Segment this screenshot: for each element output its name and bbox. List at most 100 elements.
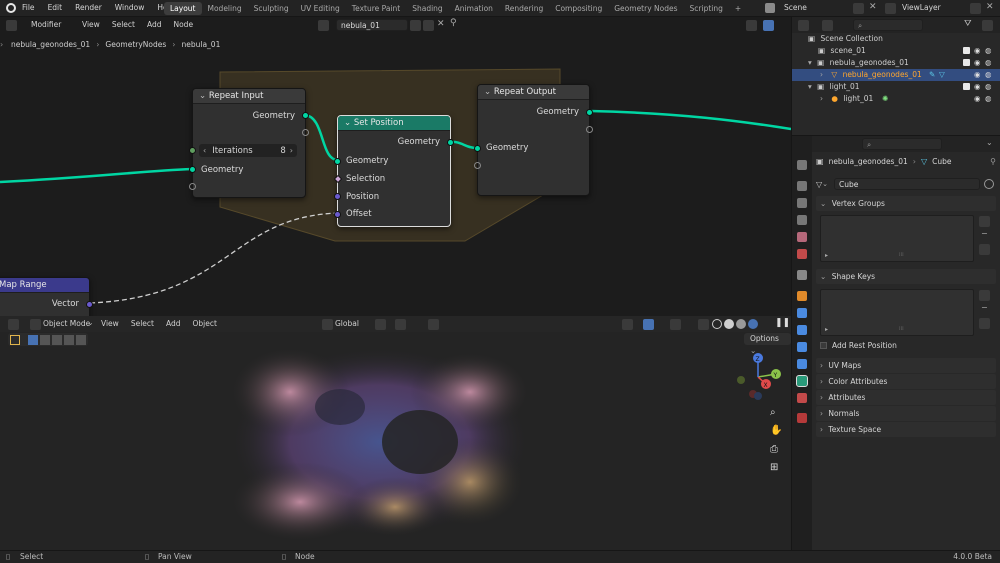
list-expand-icon[interactable]: ▸ [825,326,828,333]
node-title-bar[interactable]: ⌄ Set Position [338,116,450,131]
panel-normals[interactable]: › Normals [816,406,996,421]
tab-shading[interactable]: Shading [406,2,448,15]
tab-scripting[interactable]: Scripting [684,2,729,15]
snap-icon[interactable] [395,319,406,330]
tab-geometry-nodes[interactable]: Geometry Nodes [608,2,683,15]
scene-tab-icon[interactable] [797,232,807,242]
node-repeat-output[interactable]: ⌄ Repeat Output Geometry Geometry [474,84,593,196]
constraints-tab-icon[interactable] [797,359,807,369]
node-repeat-input[interactable]: ⌄ Repeat Input Geometry ‹ Iterations 8 ›… [189,88,309,198]
outliner-row[interactable]: › ● light_01 ✺ ◉ ◍ [792,93,1000,105]
node-map-range[interactable]: Map Range Vector [0,277,93,316]
tab-texture-paint[interactable]: Texture Paint [346,2,406,15]
texture-tab-icon[interactable] [797,413,807,423]
iterations-field[interactable]: ‹ Iterations 8 › [199,144,297,157]
view-layer-name[interactable]: ViewLayer [902,3,941,12]
outliner[interactable]: ⌕ ⛛ ▣ Scene Collection ▣ scene_01 ◉ ◍ ▾ … [791,17,1000,135]
socket-geometry-output[interactable] [586,109,593,116]
socket-empty-output[interactable] [586,126,593,133]
collapse-icon[interactable]: ⌄ [484,87,491,97]
socket-position-input[interactable] [334,193,341,200]
render-tab-icon[interactable] [797,181,807,191]
outliner-row[interactable]: ▾ ▣ nebula_geonodes_01 ◉ ◍ [792,57,1000,69]
pan-hand-icon[interactable]: ✋ [770,425,782,436]
new-collection-icon[interactable] [982,20,993,31]
display-mode-icon[interactable] [822,20,833,31]
blender-logo-icon[interactable] [6,3,16,13]
navigation-gizmo[interactable]: Y X Z [733,352,783,402]
filter-icon[interactable]: ⛛ [964,19,972,29]
solid-shading-icon[interactable] [724,319,734,329]
close-scene-icon[interactable]: ✕ [869,2,877,12]
node-title[interactable]: Map Range [0,278,89,293]
eye-icon[interactable]: ◉ [974,93,981,105]
properties-editor[interactable]: ⌕ ⌄ ▣ nebula_geonodes_01 › ▽ Cube ⚲ ▽ ⌄ … [791,135,1000,551]
eye-icon[interactable]: ◉ [974,81,981,93]
node-editor[interactable]: Modifier View Select Add Node nebula_01 … [0,17,791,316]
socket-geometry-input[interactable] [189,166,196,173]
tab-uv-editing[interactable]: UV Editing [295,2,346,15]
outliner-row-selected[interactable]: › ▽ nebula_geonodes_01 ✎ ▽ ◉ ◍ [792,69,1000,81]
exclude-checkbox[interactable] [963,83,970,90]
close-view-layer-icon[interactable]: ✕ [986,2,994,12]
add-workspace-button[interactable]: + [729,2,747,15]
socket-vector-output[interactable] [86,301,93,308]
transform-orientation-select[interactable]: Global [335,319,359,328]
remove-vertex-group-button[interactable]: − [981,229,988,238]
chevron-down-icon[interactable]: ▾ [808,58,812,67]
panel-attributes[interactable]: › Attributes [816,390,996,405]
tab-modeling[interactable]: Modeling [202,2,248,15]
add-rest-position-checkbox[interactable] [820,342,827,349]
add-rest-position-row[interactable]: Add Rest Position [820,341,897,350]
remove-shape-key-button[interactable]: − [981,303,988,312]
view-layer-tab-icon[interactable] [797,215,807,225]
exclude-checkbox[interactable] [963,47,970,54]
chevron-right-icon[interactable]: › [820,94,823,103]
camera-render-icon[interactable]: ◍ [985,57,992,69]
eye-icon[interactable]: ◉ [974,45,981,57]
rendered-shading-icon[interactable] [748,319,758,329]
mode-select[interactable]: Object Mode [43,319,90,328]
vertex-group-menu-button[interactable] [979,244,990,255]
tab-rendering[interactable]: Rendering [499,2,549,15]
wireframe-shading-icon[interactable] [712,319,722,329]
menu-render[interactable]: Render [75,3,102,12]
socket-empty-input[interactable] [189,183,196,190]
panel-texture-space[interactable]: › Texture Space [816,422,996,437]
fake-user-icon[interactable] [984,179,995,189]
socket-empty-input[interactable] [474,162,481,169]
panel-shape-keys[interactable]: ⌄ Shape Keys [816,269,996,284]
node-title-bar[interactable]: ⌄ Repeat Input [193,89,305,104]
eye-icon[interactable]: ◉ [974,69,981,81]
data-tab-icon[interactable] [796,375,808,387]
collapse-icon[interactable]: ⌄ [199,91,206,101]
socket-geometry-output[interactable] [447,139,454,146]
increment-icon[interactable]: › [290,146,293,155]
editor-type-icon[interactable] [798,20,809,31]
collapse-icon[interactable]: ⌄ [344,118,351,128]
list-resize-handle[interactable]: ⁞⁞⁞ [899,326,904,332]
list-expand-icon[interactable]: ▸ [825,252,828,259]
particles-tab-icon[interactable] [797,325,807,335]
shape-keys-list[interactable]: ▸ ⁞⁞⁞ [820,289,974,336]
socket-empty-output[interactable] [302,129,309,136]
node-set-position[interactable]: ⌄ Set Position Geometry Geometry Selecti… [333,115,454,227]
modifier-tab-icon[interactable] [797,308,807,318]
overlay-icon[interactable] [670,319,681,330]
chevron-down-icon[interactable]: ⌄ [822,180,828,188]
socket-geometry-input[interactable] [474,145,481,152]
orientation-icon[interactable] [322,319,333,330]
pause-icon[interactable]: ❚❚ [775,318,790,328]
physics-tab-icon[interactable] [797,342,807,352]
outliner-row[interactable]: ▾ ▣ light_01 ◉ ◍ [792,81,1000,93]
chevron-right-icon[interactable]: › [820,70,823,79]
pin-icon[interactable]: ⚲ [990,157,996,166]
object-mode-icon[interactable] [30,319,41,330]
eye-icon[interactable]: ◉ [974,57,981,69]
view-layer-icon[interactable] [885,3,896,14]
zoom-icon[interactable]: ⌕ [770,407,776,418]
menu-window[interactable]: Window [115,3,145,12]
options-chevron-icon[interactable]: ⌄ [986,138,993,147]
material-tab-icon[interactable] [797,393,807,403]
light-data-icon[interactable]: ✺ [882,93,888,105]
